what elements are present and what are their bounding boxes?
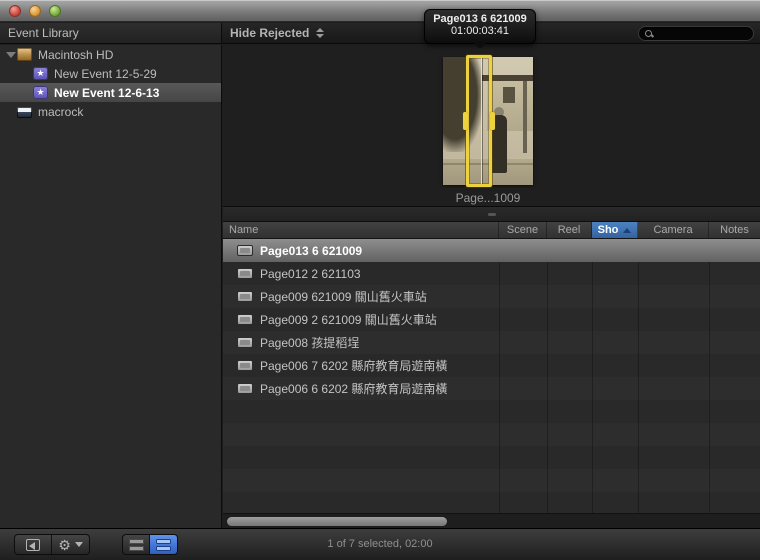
table-row[interactable]: Page009 2 621009 關山舊火車站 [223,308,760,331]
sidebar-item-label: New Event 12-5-29 [54,67,157,81]
search-input[interactable] [657,28,747,40]
table-header: Name Scene Reel Sho Camera Notes [223,222,760,239]
sidebar-item-label: Macintosh HD [38,48,113,62]
clip-image-icon [237,268,253,279]
selection-range[interactable] [466,55,492,187]
clip-name: Page012 2 621103 [260,267,361,281]
close-button[interactable] [9,5,21,17]
sidebar-item[interactable]: macrock [0,102,221,121]
column-header-label: Camera [653,224,692,236]
filter-popup-label: Hide Rejected [230,26,309,40]
column-header-label: Reel [558,224,581,236]
sidebar-item[interactable]: Macintosh HD [0,45,221,64]
external-drive-icon [17,107,32,118]
event-star-icon: ★ [33,67,48,80]
column-header-label: Notes [720,224,749,236]
event-star-icon: ★ [33,86,48,99]
tooltip-clip-name: Page013 6 621009 [425,13,535,25]
clip-name: Page008 孩提稻埕 [260,334,359,351]
scrollbar-thumb[interactable] [227,517,447,526]
table-row[interactable]: Page013 6 621009 [223,239,760,262]
column-header-notes[interactable]: Notes [709,222,760,238]
sidebar: Macintosh HD ★ New Event 12-5-29 ★ New Event… [0,45,222,528]
minimize-button[interactable] [29,5,41,17]
clip-name: Page009 2 621009 關山舊火車站 [260,311,437,328]
column-header-sho[interactable]: Sho [592,222,638,238]
clip-name: Page013 6 621009 [260,244,362,258]
clip-name: Page006 6 6202 縣府教育局遊南橫 [260,380,447,397]
zoom-button[interactable] [49,5,61,17]
search-icon [645,30,653,38]
clip-name: Page006 7 6202 縣府教育局遊南橫 [260,357,447,374]
clip-image-icon [237,360,253,371]
clip-image-icon [237,245,253,256]
table-row[interactable]: Page012 2 621103 [223,262,760,285]
internal-drive-icon [17,48,32,61]
sidebar-item-label: macrock [38,105,83,119]
column-header-scene[interactable]: Scene [499,222,547,238]
popup-stepper-icon [316,28,324,38]
table-row[interactable]: Page009 621009 關山舊火車站 [223,285,760,308]
sidebar-item[interactable]: ★ New Event 12-6-13 [0,83,221,102]
browser-pane: Page...1009 NameSceneReelShoCameraNotes … [223,45,760,528]
column-header-reel[interactable]: Reel [547,222,592,238]
table-row[interactable]: Page006 6 6202 縣府教育局遊南橫 [223,377,760,400]
splitter-grip-icon[interactable] [488,213,496,216]
column-header-name[interactable]: Name [223,222,499,238]
bottom-toolbar: ⚙ 1 of 7 selected, 02:00 [0,528,760,560]
photo-post [523,81,527,153]
clip-image-icon [237,291,253,302]
pane-splitter[interactable] [223,206,760,222]
column-header-camera[interactable]: Camera [638,222,709,238]
disclosure-triangle-icon[interactable] [6,52,16,58]
filter-popup[interactable]: Hide Rejected [230,23,324,43]
clip-image-icon [237,383,253,394]
app-window: Event Library Hide Rejected Macintosh HD… [0,0,760,560]
table-row[interactable]: Page008 孩提稻埕 [223,331,760,354]
clip-thumbnail[interactable] [443,57,533,185]
toolbar: Event Library Hide Rejected [0,23,760,44]
skimmer-tooltip: Page013 6 621009 01:00:03:41 [424,9,536,44]
search-field[interactable] [638,26,754,41]
photo-window [503,87,515,103]
range-handle-left[interactable] [463,112,468,130]
clip-image-icon [237,314,253,325]
table-body: Page013 6 621009 Page012 2 621103 Page009 … [223,239,760,513]
horizontal-scrollbar[interactable] [223,513,760,528]
sort-ascending-icon [623,228,631,233]
status-text: 1 of 7 selected, 02:00 [0,538,760,550]
skimmer-playhead [481,58,482,184]
clip-label: Page...1009 [398,191,578,205]
range-handle-right[interactable] [490,112,495,130]
title-bar[interactable] [0,0,760,22]
column-header-label: Sho [598,224,619,236]
sidebar-list: Macintosh HD ★ New Event 12-5-29 ★ New Event… [0,45,221,121]
event-library-header: Event Library [0,23,222,43]
sidebar-item[interactable]: ★ New Event 12-5-29 [0,64,221,83]
table-row[interactable]: Page006 7 6202 縣府教育局遊南橫 [223,354,760,377]
column-header-label: Scene [507,224,538,236]
sidebar-item-label: New Event 12-6-13 [54,86,159,100]
disclosure-slot [4,52,17,58]
clip-name: Page009 621009 關山舊火車站 [260,288,427,305]
filmstrip-area: Page...1009 [223,45,760,206]
column-header-label: Name [229,224,258,236]
tooltip-timecode: 01:00:03:41 [425,25,535,37]
clip-image-icon [237,337,253,348]
event-library-title: Event Library [8,26,79,40]
